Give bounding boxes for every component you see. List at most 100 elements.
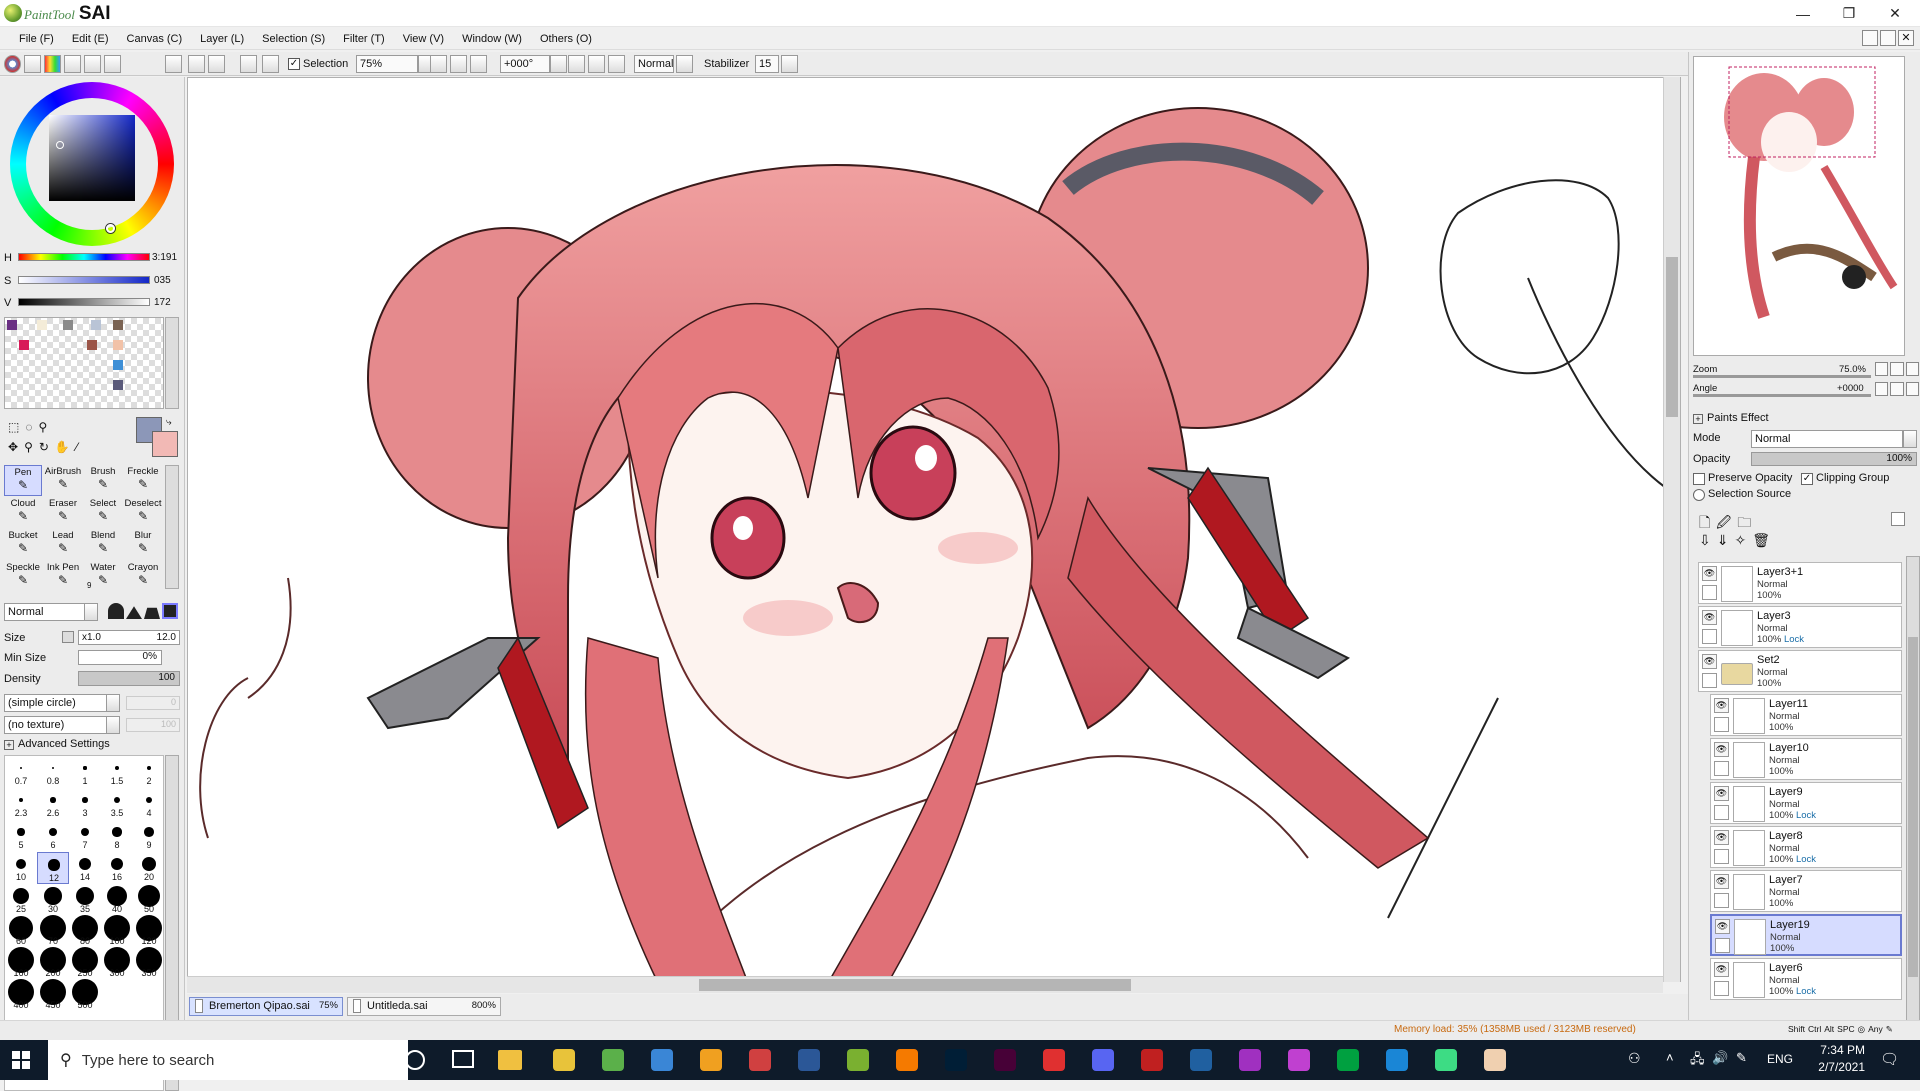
discord-icon[interactable]	[1083, 1044, 1123, 1076]
color-swatch[interactable]	[91, 320, 101, 330]
brush-size-cell[interactable]: 50	[133, 884, 165, 916]
brush-size-cell[interactable]: 10	[5, 852, 37, 884]
brush-size-cell[interactable]: 0.8	[37, 756, 69, 788]
tool-blur[interactable]: Blur ✎	[124, 529, 162, 560]
redo-button[interactable]	[208, 55, 225, 73]
brush-size-cell[interactable]: 80	[69, 915, 101, 948]
preserve-opacity-checkbox[interactable]	[1693, 473, 1705, 485]
nav-zoom-out-button[interactable]	[1875, 362, 1889, 376]
brush-size-cell[interactable]: 30	[37, 884, 69, 916]
brush-size-cell[interactable]: 70	[37, 915, 69, 948]
brush-size-cell[interactable]: 3.5	[101, 788, 133, 820]
teamviewer-icon[interactable]	[1377, 1044, 1417, 1076]
tool-select[interactable]: Select ✎	[84, 497, 122, 528]
layer-list-scrollbar[interactable]	[1906, 556, 1920, 1026]
merge-down-icon[interactable]: ⇓	[1717, 532, 1729, 550]
tool-crayon[interactable]: Crayon ✎	[124, 561, 162, 592]
brush-texture-select[interactable]: (no texture)	[4, 716, 120, 734]
brush-size-cell[interactable]: 2.6	[37, 788, 69, 820]
scratchpad-toggle-icon[interactable]	[84, 55, 101, 73]
size-lock-icon[interactable]	[62, 631, 74, 643]
rgb-slider-toggle-icon[interactable]	[24, 55, 41, 73]
magic-wand-icon[interactable]: ⚲	[38, 420, 47, 434]
taskbar-search[interactable]: ⚲ Type here to search	[48, 1040, 408, 1080]
canvas-horizontal-scrollbar[interactable]	[187, 976, 1663, 993]
layer-select-checkbox[interactable]	[1702, 673, 1717, 688]
mdi-minimize-button[interactable]	[1862, 30, 1878, 46]
brush-size-cell[interactable]: 160	[5, 947, 37, 980]
layer-mode-select[interactable]: Normal	[1751, 430, 1903, 448]
brush-mode-dropdown-icon[interactable]	[84, 603, 98, 621]
hand-icon[interactable]: ✋	[55, 440, 70, 454]
selection-source-radio[interactable]	[1693, 489, 1705, 501]
layer-row[interactable]: 👁 Layer19 Normal 100%	[1710, 914, 1902, 956]
tool-brush[interactable]: Brush ✎	[84, 465, 122, 496]
tool-grid-scrollbar[interactable]	[165, 465, 179, 589]
nav-zoom-reset-button[interactable]	[1905, 362, 1919, 376]
menu-file[interactable]: File (F)	[10, 33, 63, 45]
edge-icon[interactable]	[642, 1044, 682, 1076]
layer-mode-dropdown-icon[interactable]	[1903, 430, 1917, 448]
tool-ink-pen[interactable]: Ink Pen ✎	[44, 561, 82, 592]
brush-size-cell[interactable]: 20	[133, 852, 165, 884]
restore-button[interactable]: ❐	[1826, 0, 1872, 27]
swatch-scrollbar[interactable]	[165, 317, 179, 409]
color-swatch[interactable]	[63, 320, 73, 330]
sai-icon[interactable]	[838, 1044, 878, 1076]
tool-bucket[interactable]: Bucket ✎	[4, 529, 42, 560]
task-view-icon[interactable]	[452, 1050, 474, 1068]
color-swatch[interactable]	[113, 320, 123, 330]
menu-edit[interactable]: Edit (E)	[63, 33, 118, 45]
nav-zoom-in-button[interactable]	[1890, 362, 1904, 376]
saturation-slider[interactable]	[18, 276, 150, 284]
brush-shape-4-icon[interactable]	[162, 603, 178, 619]
brush-size-cell[interactable]: 40	[101, 884, 133, 916]
zoom-select[interactable]: 75%	[356, 55, 418, 73]
eyedropper-icon[interactable]: ⁄	[76, 440, 78, 454]
rotate-tool-icon[interactable]: ↻	[39, 440, 49, 454]
brush-size-cell[interactable]: 16	[101, 852, 133, 884]
pen-tray-icon[interactable]: ✎	[1736, 1050, 1747, 1066]
move-icon[interactable]: ✥	[8, 440, 18, 454]
game-icon[interactable]	[1132, 1044, 1172, 1076]
deselect-button[interactable]	[240, 55, 257, 73]
hex-icon[interactable]	[1230, 1044, 1270, 1076]
brush-size-cell[interactable]: 5	[5, 820, 37, 852]
swatch-grid[interactable]	[4, 317, 164, 409]
brush-size-cell[interactable]: 2.3	[5, 788, 37, 820]
file-explorer-icon[interactable]	[498, 1050, 522, 1070]
brush-size-cell[interactable]: 1.5	[101, 756, 133, 788]
navigator-preview[interactable]	[1693, 56, 1905, 356]
layer-select-checkbox[interactable]	[1714, 981, 1729, 996]
windows-start-icon[interactable]	[12, 1051, 30, 1069]
menu-filter[interactable]: Filter (T)	[334, 33, 394, 45]
brush-size-cell[interactable]: 25	[5, 884, 37, 916]
layer-select-checkbox[interactable]	[1714, 717, 1729, 732]
hsv-slider-toggle-icon[interactable]	[44, 55, 61, 73]
undo-button[interactable]	[188, 55, 205, 73]
lasso-icon[interactable]: ◌	[25, 420, 32, 434]
zoom-out-button[interactable]	[430, 55, 447, 73]
color-swatch[interactable]	[37, 320, 47, 330]
value-slider[interactable]	[18, 298, 150, 306]
grid-icon[interactable]	[740, 1044, 780, 1076]
tool-blend[interactable]: Blend ✎	[84, 529, 122, 560]
refresh-icon[interactable]	[593, 1044, 633, 1076]
rotate-right-button[interactable]	[588, 55, 605, 73]
brush-size-cell[interactable]: 200	[37, 947, 69, 980]
layer-panel-option-icon[interactable]	[1891, 512, 1905, 526]
speedo-icon[interactable]	[1034, 1044, 1074, 1076]
color-picker-cursor[interactable]	[56, 141, 64, 149]
people-icon[interactable]: ⚇	[1628, 1050, 1641, 1067]
tool-freckle[interactable]: Freckle ✎	[124, 465, 162, 496]
visibility-eye-icon[interactable]: 👁	[1714, 786, 1729, 801]
swatch-toggle-icon[interactable]	[64, 55, 81, 73]
visibility-eye-icon[interactable]: 👁	[1714, 874, 1729, 889]
photoshop-icon[interactable]	[936, 1044, 976, 1076]
brush-size-cell[interactable]: 35	[69, 884, 101, 916]
brush-size-cell[interactable]: 3	[69, 788, 101, 820]
view-blend-select[interactable]: Normal	[634, 55, 674, 73]
invert-selection-button[interactable]	[262, 55, 279, 73]
visibility-eye-icon[interactable]: 👁	[1702, 566, 1717, 581]
clear-layer-icon[interactable]: ✧	[1734, 532, 1746, 550]
